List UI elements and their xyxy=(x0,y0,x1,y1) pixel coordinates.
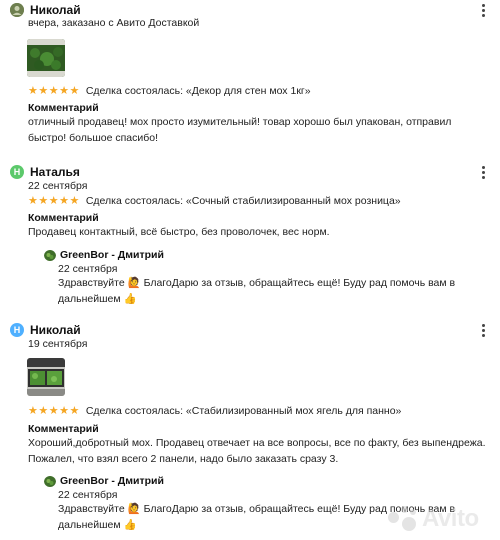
comment-label: Комментарий xyxy=(28,212,99,224)
comment-line: быстро! большое спасибо! xyxy=(28,132,159,144)
comment-text: Продавец контактный, всё быстро, без про… xyxy=(28,224,490,240)
more-options-icon[interactable] xyxy=(476,323,490,337)
comment-line: Продавец контактный, всё быстро, без про… xyxy=(28,226,330,238)
review-photo[interactable] xyxy=(27,358,65,396)
comment-label: Комментарий xyxy=(28,102,99,114)
more-options-icon[interactable] xyxy=(476,3,490,17)
reply-header: GreenBor - Дмитрий xyxy=(44,249,164,261)
avito-logo-icon xyxy=(388,506,418,532)
review-3-header: Н Николай xyxy=(10,323,81,337)
shop-name[interactable]: GreenBor - Дмитрий xyxy=(60,475,164,487)
review-1-header: Николай xyxy=(10,3,81,17)
reply-line: Здравствуйте 🙋 БлагоДарю за отзыв, обращ… xyxy=(58,277,456,289)
avito-watermark: Avito xyxy=(388,505,479,533)
comment-line: отличный продавец! мох просто изумительн… xyxy=(28,116,452,128)
review-photo[interactable] xyxy=(27,39,65,77)
deal-info: ★★★★★ Сделка состоялась: «Декор для стен… xyxy=(28,84,311,98)
rating-stars: ★★★★★ xyxy=(28,405,80,417)
comment-text: Хороший,добротный мох. Продавец отвечает… xyxy=(28,435,490,467)
avatar[interactable] xyxy=(10,3,24,17)
comment-line: Пожалел, что взял всего 2 панели, надо б… xyxy=(28,453,339,465)
deal-info: ★★★★★ Сделка состоялась: «Стабилизирован… xyxy=(28,404,402,418)
review-date: 19 сентября xyxy=(28,338,88,350)
deal-text[interactable]: Сделка состоялась: «Сочный стабилизирова… xyxy=(86,195,401,207)
shop-avatar-icon[interactable] xyxy=(44,475,56,487)
avatar[interactable]: Н xyxy=(10,165,24,179)
author-name[interactable]: Николай xyxy=(30,3,81,17)
review-date: 22 сентября xyxy=(28,180,88,192)
comment-text: отличный продавец! мох просто изумительн… xyxy=(28,114,490,146)
watermark-text: Avito xyxy=(422,505,479,532)
shop-avatar-icon[interactable] xyxy=(44,249,56,261)
review-subtitle: вчера, заказано с Авито Доставкой xyxy=(28,17,200,29)
deal-info: ★★★★★ Сделка состоялась: «Сочный стабили… xyxy=(28,194,401,208)
reply-header: GreenBor - Дмитрий xyxy=(44,475,164,487)
reply-date: 22 сентября xyxy=(58,263,118,275)
shop-name[interactable]: GreenBor - Дмитрий xyxy=(60,249,164,261)
comment-label: Комментарий xyxy=(28,423,99,435)
author-name[interactable]: Николай xyxy=(30,323,81,337)
deal-text[interactable]: Сделка состоялась: «Декор для стен мох 1… xyxy=(86,85,311,97)
rating-stars: ★★★★★ xyxy=(28,85,80,97)
avatar[interactable]: Н xyxy=(10,323,24,337)
user-photo-icon xyxy=(10,3,24,17)
more-options-icon[interactable] xyxy=(476,165,490,179)
moss-panel-photo-image xyxy=(27,358,65,396)
deal-text[interactable]: Сделка состоялась: «Стабилизированный мо… xyxy=(86,405,402,417)
rating-stars: ★★★★★ xyxy=(28,195,80,207)
comment-line: Хороший,добротный мох. Продавец отвечает… xyxy=(28,437,486,449)
reply-line: дальнейшем 👍 xyxy=(58,293,137,305)
moss-photo-image xyxy=(27,39,65,77)
review-2-header: Н Наталья xyxy=(10,165,80,179)
reply-text: Здравствуйте 🙋 БлагоДарю за отзыв, обращ… xyxy=(58,275,478,307)
reply-date: 22 сентября xyxy=(58,489,118,501)
author-name[interactable]: Наталья xyxy=(30,165,80,179)
